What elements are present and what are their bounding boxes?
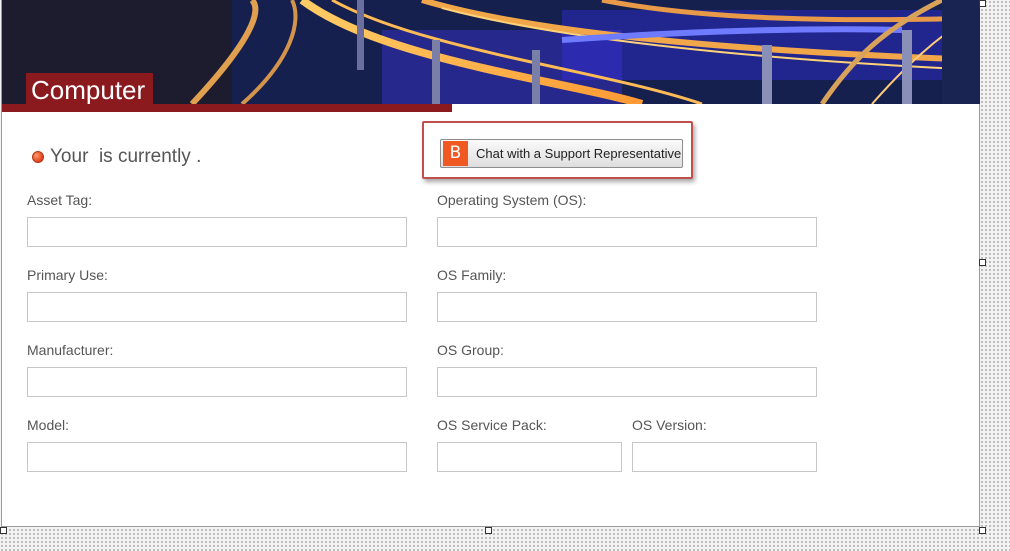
primary-use-label: Primary Use:: [27, 267, 108, 283]
chat-support-button[interactable]: B Chat with a Support Representative: [440, 139, 683, 168]
operating-system-input[interactable]: [437, 217, 817, 247]
manufacturer-label: Manufacturer:: [27, 342, 114, 358]
manufacturer-input[interactable]: [27, 367, 407, 397]
status-prefix: Your: [50, 146, 94, 167]
status-message: Your is currently .: [32, 146, 201, 168]
os-service-pack-input[interactable]: [437, 442, 622, 472]
os-service-pack-label: OS Service Pack:: [437, 417, 547, 433]
status-suffix: is currently .: [93, 146, 202, 167]
model-label: Model:: [27, 417, 70, 433]
title-underline: [2, 104, 452, 112]
chat-brand-icon: B: [443, 141, 468, 166]
resize-handle-right[interactable]: [979, 259, 986, 266]
resize-handle-top-right[interactable]: [979, 0, 986, 7]
operating-system-label: Operating System (OS):: [437, 192, 587, 208]
os-group-input[interactable]: [437, 367, 817, 397]
chat-highlight-frame: B Chat with a Support Representative: [422, 121, 693, 179]
os-version-label: OS Version:: [632, 417, 707, 433]
resize-handle-bottom-left[interactable]: [0, 527, 7, 534]
asset-tag-input[interactable]: [27, 217, 407, 247]
primary-use-input[interactable]: [27, 292, 407, 322]
os-group-label: OS Group:: [437, 342, 504, 358]
chat-support-label: Chat with a Support Representative: [476, 146, 682, 161]
model-input[interactable]: [27, 442, 407, 472]
status-dot-icon: [32, 151, 44, 163]
resize-handle-bottom-right[interactable]: [979, 527, 986, 534]
os-version-input[interactable]: [632, 442, 817, 472]
os-family-input[interactable]: [437, 292, 817, 322]
asset-tag-label: Asset Tag:: [27, 192, 93, 208]
header-banner-image: Computer: [2, 0, 980, 104]
resize-handle-bottom[interactable]: [485, 527, 492, 534]
page-title: Computer: [26, 73, 154, 104]
os-family-label: OS Family:: [437, 267, 507, 283]
form-canvas: Computer Your is currently . B Chat with…: [1, 0, 980, 527]
